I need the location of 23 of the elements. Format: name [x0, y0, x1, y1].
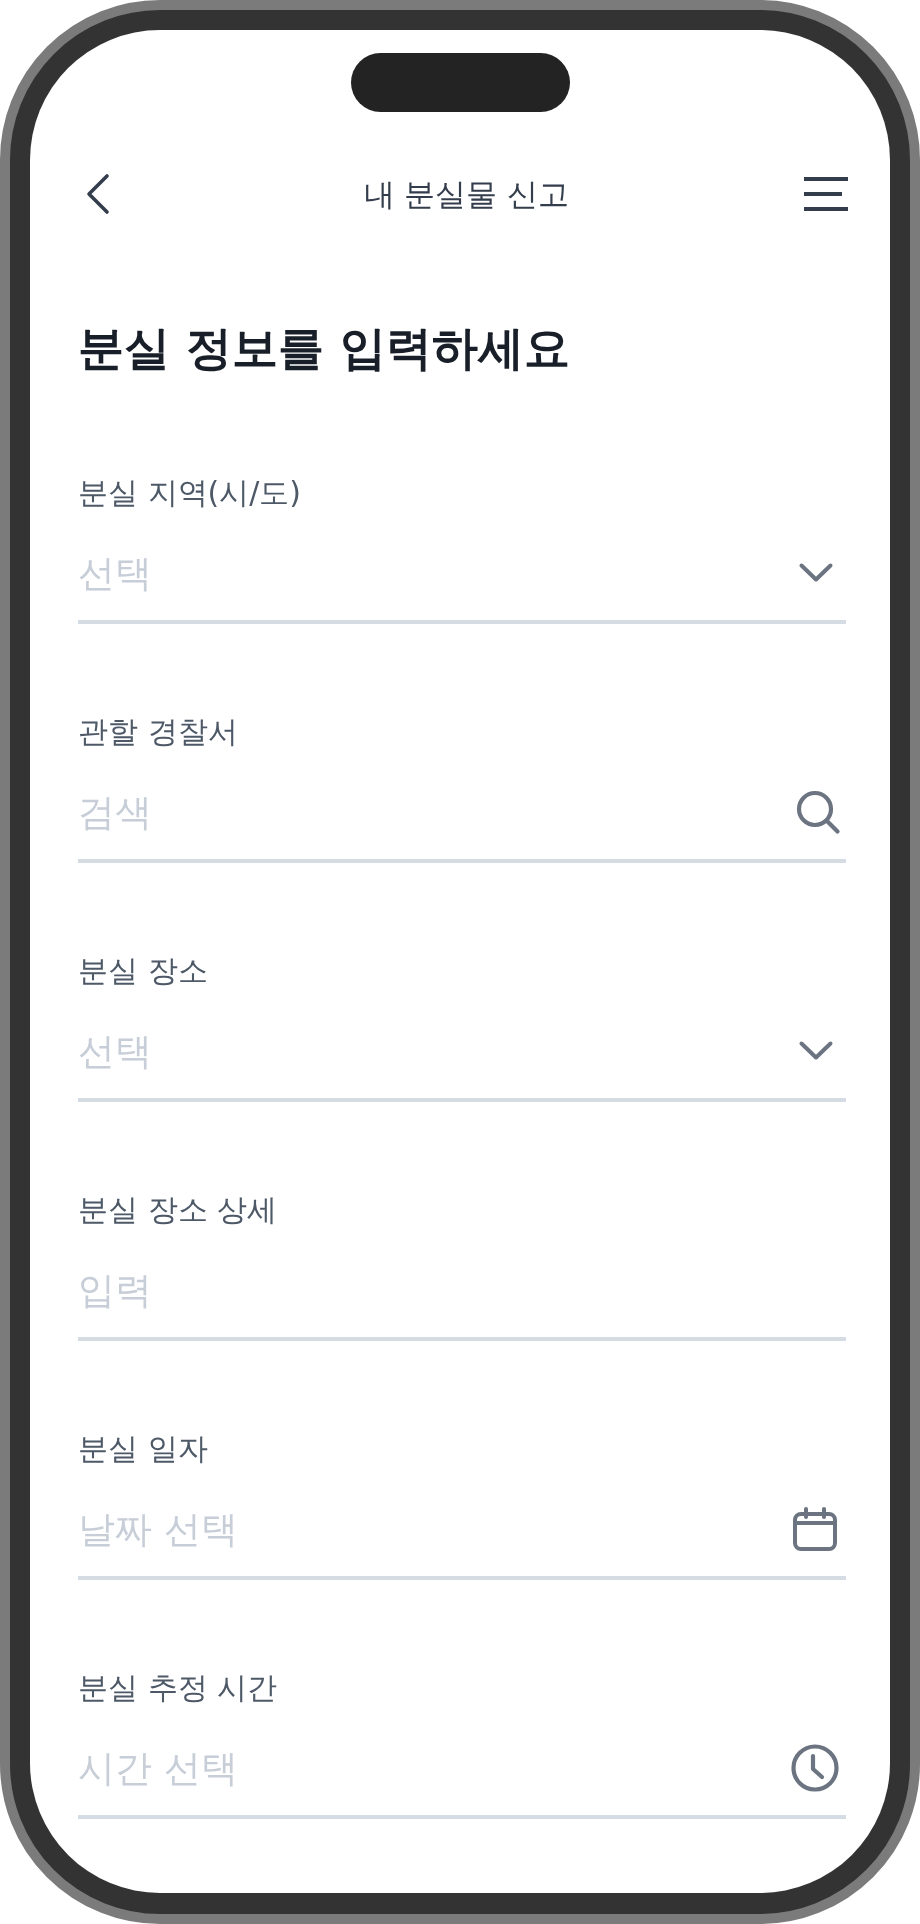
time-field[interactable]: 시간 선택 — [78, 1740, 846, 1819]
back-button[interactable] — [85, 173, 111, 215]
menu-button[interactable] — [804, 177, 848, 211]
menu-icon — [804, 177, 848, 211]
field-label: 분실 지역(시/도) — [78, 474, 302, 512]
clock-icon — [791, 1744, 839, 1792]
chevron-down-icon — [799, 1041, 833, 1061]
field-label: 분실 장소 — [78, 952, 208, 990]
text-field[interactable]: 입력 — [78, 1262, 846, 1341]
field-label: 분실 일자 — [78, 1430, 208, 1468]
search-icon — [796, 790, 840, 834]
field-label: 분실 추정 시간 — [78, 1669, 278, 1707]
date-field[interactable]: 날짜 선택 — [78, 1501, 846, 1580]
select-field[interactable]: 선택 — [78, 1023, 846, 1102]
form-heading: 분실 정보를 입력하세요 — [78, 320, 571, 377]
calendar-icon — [793, 1507, 837, 1551]
chevron-left-icon — [85, 173, 111, 215]
page-title: 내 분실물 신고 — [363, 175, 570, 214]
chevron-down-icon — [799, 563, 833, 583]
field-label: 관할 경찰서 — [78, 713, 238, 751]
search-field[interactable]: 검색 — [78, 784, 846, 863]
select-field[interactable]: 선택 — [78, 545, 846, 624]
field-label: 분실 장소 상세 — [78, 1191, 278, 1229]
